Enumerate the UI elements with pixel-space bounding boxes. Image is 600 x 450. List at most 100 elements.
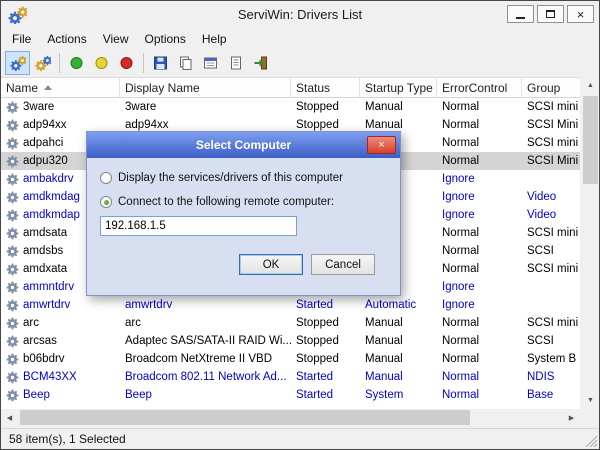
driver-error-cell: Ignore <box>442 209 475 221</box>
radio-row-local[interactable]: Display the services/drivers of this com… <box>100 172 343 184</box>
table-row[interactable]: arcsas Adaptec SAS/SATA-II RAID Wi... Stop… <box>1 332 580 350</box>
driver-error-cell: Normal <box>442 389 480 401</box>
local-drivers-button[interactable] <box>5 51 30 75</box>
driver-display-cell: Broadcom 802.11 Network Ad... <box>125 371 287 383</box>
column-header-status[interactable]: Status <box>291 78 360 97</box>
menu-help[interactable]: Help <box>194 30 235 48</box>
driver-display-cell: Adaptec SAS/SATA-II RAID Wi... <box>125 335 291 347</box>
menu-view[interactable]: View <box>95 30 137 48</box>
driver-error-cell: Normal <box>442 371 480 383</box>
table-row[interactable]: 3ware 3ware Stopped Manual Normal SCSI mini <box>1 98 580 116</box>
dialog-titlebar[interactable]: Select Computer <box>87 132 400 158</box>
radio-label: Connect to the following remote computer… <box>118 196 335 208</box>
radio-local-computer[interactable] <box>100 172 112 184</box>
toolbar-separator <box>59 53 60 73</box>
column-label: Startup Type <box>365 80 433 95</box>
open-report-button[interactable] <box>223 51 248 75</box>
remote-drivers-button[interactable] <box>30 51 55 75</box>
driver-gear-icon <box>6 335 19 348</box>
column-header-errorcontrol[interactable]: ErrorControl <box>437 78 522 97</box>
column-header-display-name[interactable]: Display Name <box>120 78 291 97</box>
pause-driver-button[interactable] <box>89 51 114 75</box>
driver-error-cell: Normal <box>442 227 480 239</box>
driver-display-cell: Broadcom NetXtreme II VBD <box>125 353 272 365</box>
driver-name-cell: arcsas <box>1 332 120 350</box>
menu-options[interactable]: Options <box>137 30 194 48</box>
driver-status-cell: Started <box>296 371 334 383</box>
menu-actions[interactable]: Actions <box>39 30 94 48</box>
driver-startup-cell: Manual <box>365 353 403 365</box>
table-row[interactable]: arc arc Stopped Manual Normal SCSI mini <box>1 314 580 332</box>
driver-gear-icon <box>6 227 19 240</box>
driver-gear-icon <box>6 137 19 150</box>
driver-name-cell: b06bdrv <box>1 350 120 368</box>
resize-grip[interactable] <box>584 434 597 447</box>
driver-error-cell: Ignore <box>442 191 475 203</box>
driver-error-cell: Ignore <box>442 281 475 293</box>
horizontal-scroll-thumb[interactable] <box>20 410 470 425</box>
menu-file[interactable]: File <box>4 30 39 48</box>
driver-status-cell: Started <box>296 389 334 401</box>
table-row[interactable]: BCM43XX Broadcom 802.11 Network Ad... Star… <box>1 368 580 386</box>
minimize-button[interactable] <box>507 5 534 23</box>
driver-name-cell: Beep <box>1 386 120 404</box>
ok-button[interactable]: OK <box>239 254 303 275</box>
driver-error-cell: Normal <box>442 155 480 167</box>
radio-row-remote[interactable]: Connect to the following remote computer… <box>100 196 334 208</box>
exit-button[interactable] <box>248 51 273 75</box>
save-report-button[interactable] <box>148 51 173 75</box>
cancel-button[interactable]: Cancel <box>311 254 375 275</box>
stop-driver-button[interactable] <box>114 51 139 75</box>
titlebar[interactable]: ServiWin: Drivers List × <box>1 1 599 28</box>
table-row[interactable]: Beep Beep Started System Normal Base <box>1 386 580 404</box>
driver-group-cell: SCSI mini <box>527 263 579 275</box>
scroll-right-icon[interactable]: ▶ <box>563 409 580 426</box>
serviwin-window: ServiWin: Drivers List × File Actions Vi… <box>0 0 600 450</box>
remote-drivers-icon <box>34 55 51 71</box>
statusbar: 58 item(s), 1 Selected <box>1 428 599 449</box>
driver-gear-icon <box>6 281 19 294</box>
status-text: 58 item(s), 1 Selected <box>9 432 126 446</box>
driver-error-cell: Normal <box>442 119 480 131</box>
driver-error-cell: Normal <box>442 353 480 365</box>
radio-remote-computer[interactable] <box>100 196 112 208</box>
properties-button[interactable] <box>198 51 223 75</box>
driver-gear-icon <box>6 119 19 132</box>
driver-display-cell: Beep <box>125 389 152 401</box>
driver-error-cell: Ignore <box>442 173 475 185</box>
driver-status-cell: Stopped <box>296 335 339 347</box>
scroll-down-icon[interactable]: ▼ <box>582 392 599 409</box>
driver-group-cell: System B <box>527 353 577 365</box>
list-header: Name Display Name Status Startup Type Er… <box>1 78 580 98</box>
driver-startup-cell: Manual <box>365 335 403 347</box>
driver-startup-cell: Automatic <box>365 299 417 311</box>
driver-group-cell: NDIS <box>527 371 555 383</box>
horizontal-scrollbar[interactable]: ◀ ▶ <box>1 409 580 426</box>
driver-group-cell: Base <box>527 389 554 401</box>
maximize-icon <box>546 10 555 18</box>
vertical-scroll-thumb[interactable] <box>583 96 598 184</box>
driver-startup-cell: System <box>365 389 404 401</box>
scroll-up-icon[interactable]: ▲ <box>582 77 599 94</box>
close-icon: × <box>378 139 385 151</box>
table-row[interactable]: amwrtdrv amwrtdrv Started Automatic Ignore <box>1 296 580 314</box>
column-header-group[interactable]: Group <box>522 78 580 97</box>
dialog-close-button[interactable]: × <box>367 136 396 154</box>
scrollbar-corner <box>582 409 599 426</box>
close-button[interactable]: × <box>567 5 594 23</box>
scroll-left-icon[interactable]: ◀ <box>1 409 18 426</box>
driver-gear-icon <box>6 155 19 168</box>
driver-error-cell: Normal <box>442 335 480 347</box>
vertical-scrollbar[interactable]: ▲ ▼ <box>582 77 599 409</box>
copy-selected-button[interactable] <box>173 51 198 75</box>
driver-error-cell: Normal <box>442 137 480 149</box>
remote-computer-input[interactable] <box>100 216 297 236</box>
column-header-name[interactable]: Name <box>1 78 120 97</box>
copy-icon <box>180 56 192 70</box>
maximize-button[interactable] <box>537 5 564 23</box>
table-row[interactable]: b06bdrv Broadcom NetXtreme II VBD Stopped M… <box>1 350 580 368</box>
start-driver-button[interactable] <box>64 51 89 75</box>
column-label: Name <box>6 80 39 95</box>
driver-gear-icon <box>6 371 19 384</box>
column-header-startup-type[interactable]: Startup Type <box>360 78 437 97</box>
